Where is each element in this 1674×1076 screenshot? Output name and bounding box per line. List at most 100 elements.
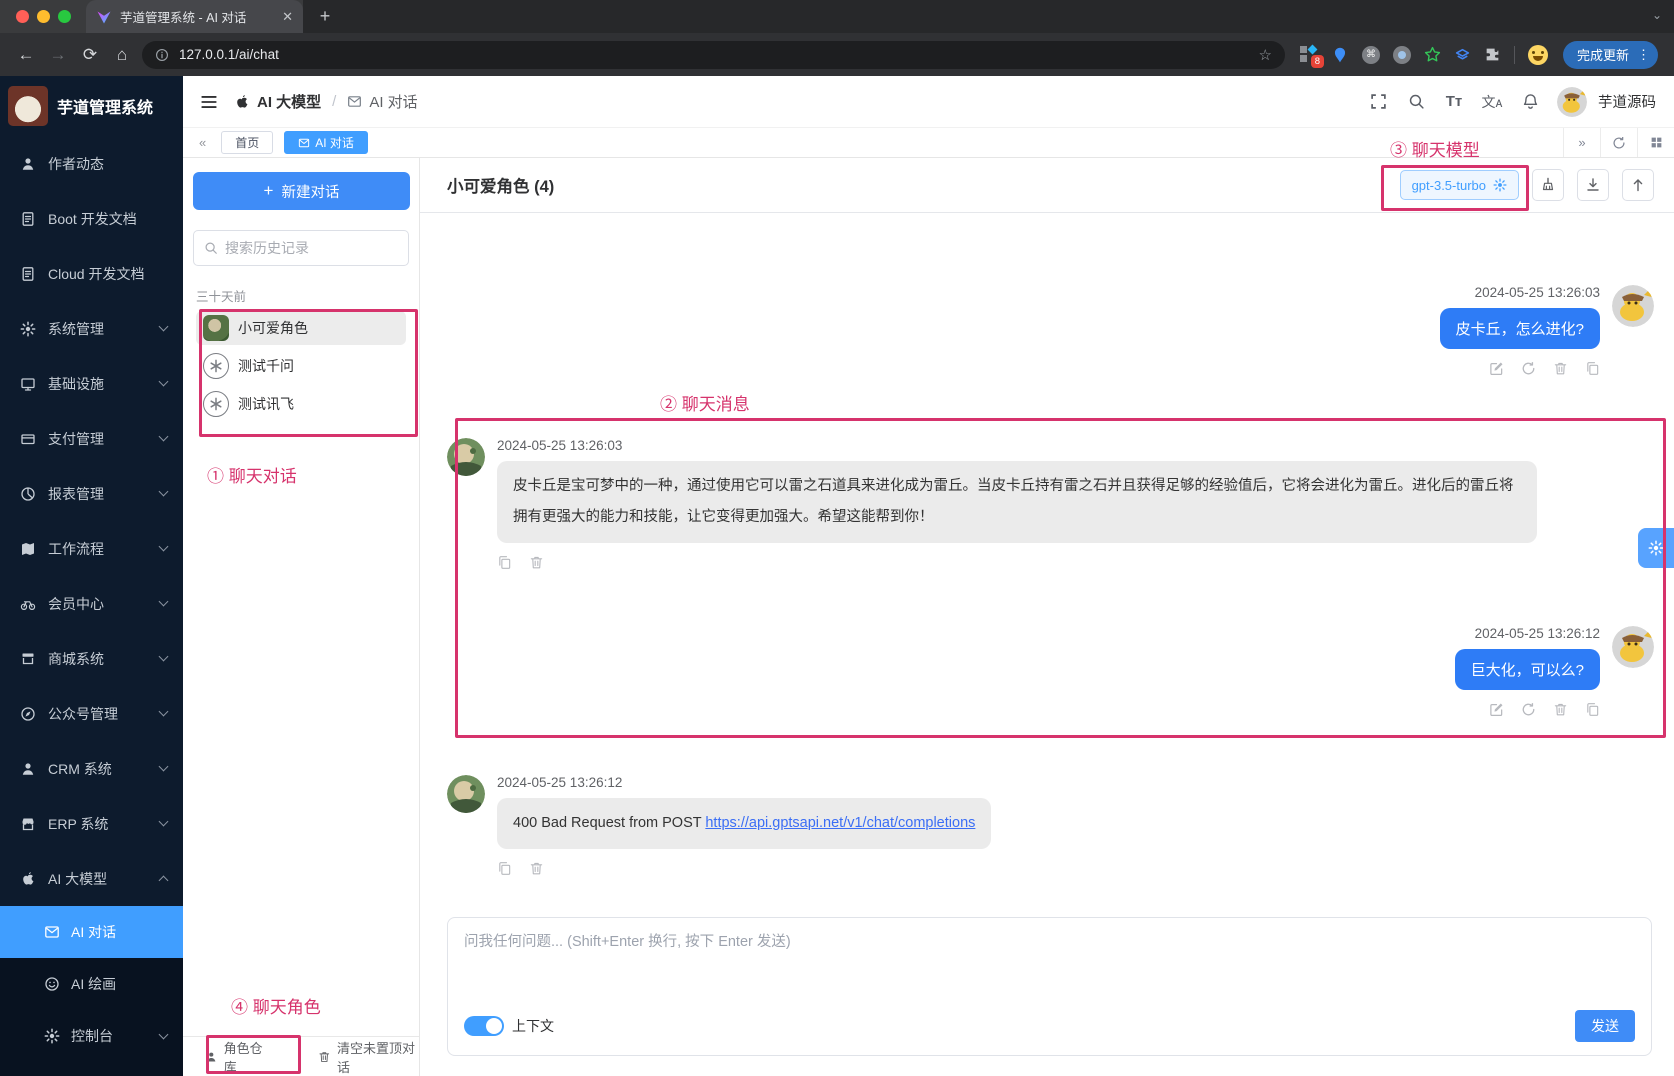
tabs-collapse-left-icon[interactable]: « — [195, 135, 210, 150]
conversation-item-qianwen[interactable]: 测试千问 — [196, 349, 406, 383]
sidebar-item-member[interactable]: 会员中心 — [0, 576, 183, 631]
tabs-expand-right-icon[interactable]: » — [1563, 128, 1600, 157]
sidebar-item-cloud-docs[interactable]: Cloud 开发文档 — [0, 246, 183, 301]
regenerate-icon[interactable] — [1521, 361, 1536, 376]
url-text[interactable]: 127.0.0.1/ai/chat — [179, 47, 1249, 62]
reload-icon[interactable]: ⟳ — [74, 40, 106, 70]
home-icon[interactable]: ⌂ — [106, 40, 138, 70]
assistant-avatar — [447, 775, 485, 813]
role-store-button[interactable]: 角色仓库 — [205, 1038, 270, 1076]
tab-close-icon[interactable]: ✕ — [282, 9, 293, 25]
browser-menu-icon[interactable]: ⋮ — [1637, 47, 1650, 63]
username[interactable]: 芋道源码 — [1598, 91, 1656, 112]
floating-settings-button[interactable] — [1638, 528, 1674, 568]
sidebar-item-ai-paint[interactable]: AI 绘画 — [0, 958, 183, 1010]
breadcrumb-ai-model[interactable]: AI 大模型 — [257, 91, 321, 112]
edit-message-icon[interactable] — [1489, 361, 1504, 376]
sidebar-item-author[interactable]: 作者动态 — [0, 136, 183, 191]
delete-message-icon[interactable] — [529, 555, 544, 570]
sidebar-item-infra[interactable]: 基础设施 — [0, 356, 183, 411]
history-search-input[interactable] — [225, 240, 398, 256]
copy-message-icon[interactable] — [1585, 702, 1600, 717]
clean-messages-button[interactable] — [1532, 169, 1564, 201]
download-chat-button[interactable] — [1577, 169, 1609, 201]
user-avatar[interactable] — [1557, 87, 1587, 117]
message-input[interactable] — [464, 930, 1635, 1010]
extension-star-icon[interactable] — [1424, 46, 1441, 63]
page-tab-home[interactable]: 首页 — [221, 131, 274, 154]
sidebar-item-ai-console[interactable]: 控制台 — [0, 1010, 183, 1062]
document-icon — [20, 266, 36, 282]
forward-icon[interactable]: → — [42, 40, 74, 70]
edit-message-icon[interactable] — [1489, 702, 1504, 717]
sidebar-item-ai[interactable]: AI 大模型 — [0, 851, 183, 906]
search-icon[interactable] — [1399, 85, 1433, 119]
extension-command-icon[interactable]: ⌘ — [1361, 45, 1380, 64]
browser-tab[interactable]: 芋道管理系统 - AI 对话 ✕ — [86, 0, 303, 33]
breadcrumb-ai-chat[interactable]: AI 对话 — [369, 91, 417, 112]
delete-message-icon[interactable] — [529, 861, 544, 876]
screenshot-root: 芋道管理系统 - AI 对话 ✕ + ⌄ ← → ⟳ ⌂ 127.0.0.1/a… — [0, 0, 1674, 1076]
extension-balloon-icon[interactable] — [1331, 46, 1349, 64]
history-search-box[interactable] — [193, 230, 409, 266]
app-logo-row[interactable]: 芋道管理系统 — [0, 76, 183, 136]
extension-layers-icon[interactable] — [1454, 46, 1471, 63]
page-tab-ai-chat[interactable]: AI 对话 — [284, 131, 368, 154]
api-endpoint-link[interactable]: https://api.gptsapi.net/v1/chat/completi… — [705, 815, 975, 831]
sidebar-item-report[interactable]: 报表管理 — [0, 466, 183, 521]
new-chat-button[interactable]: + 新建对话 — [193, 172, 410, 210]
page-tabs-bar: « 首页 AI 对话 » — [183, 128, 1674, 158]
site-info-icon[interactable] — [155, 48, 169, 62]
regenerate-icon[interactable] — [1521, 702, 1536, 717]
delete-message-icon[interactable] — [1553, 361, 1568, 376]
translate-icon[interactable]: 文ᴀ — [1475, 85, 1509, 119]
sidebar-item-payment[interactable]: 支付管理 — [0, 411, 183, 466]
chrome-update-button[interactable]: 完成更新 ⋮ — [1562, 40, 1658, 69]
clear-unpinned-button[interactable]: 清空未置顶对话 — [318, 1038, 419, 1076]
bookmark-star-icon[interactable]: ☆ — [1259, 46, 1272, 64]
zoom-window-button[interactable] — [58, 10, 71, 23]
new-tab-button[interactable]: + — [313, 4, 337, 28]
extensions-puzzle-icon[interactable] — [1484, 46, 1501, 63]
document-icon — [20, 211, 36, 227]
address-bar[interactable]: 127.0.0.1/ai/chat ☆ — [142, 40, 1285, 69]
tabs-refresh-icon[interactable] — [1600, 128, 1637, 157]
gear-icon — [1648, 540, 1664, 556]
notification-bell-icon[interactable] — [1513, 85, 1547, 119]
mall-icon — [20, 651, 36, 667]
conversation-item-cute-role[interactable]: 小可爱角色 — [196, 311, 406, 345]
extension-dot-icon[interactable] — [1392, 45, 1411, 64]
sidebar-item-crm[interactable]: CRM 系统 — [0, 741, 183, 796]
sidebar-item-boot-docs[interactable]: Boot 开发文档 — [0, 191, 183, 246]
close-window-button[interactable] — [16, 10, 29, 23]
back-icon[interactable]: ← — [10, 40, 42, 70]
delete-message-icon[interactable] — [1553, 702, 1568, 717]
sidebar-item-workflow[interactable]: 工作流程 — [0, 521, 183, 576]
copy-message-icon[interactable] — [497, 555, 512, 570]
browser-toolbar: ← → ⟳ ⌂ 127.0.0.1/ai/chat ☆ 8 ⌘ 完成更新 ⋮ — [0, 33, 1674, 76]
copy-message-icon[interactable] — [1585, 361, 1600, 376]
send-button[interactable]: 发送 — [1575, 1010, 1635, 1042]
tab-search-chevron-icon[interactable]: ⌄ — [1652, 8, 1662, 22]
conversation-item-xunfei[interactable]: 测试讯飞 — [196, 387, 406, 421]
fullscreen-icon[interactable] — [1361, 85, 1395, 119]
copy-message-icon[interactable] — [497, 861, 512, 876]
browser-tab-title: 芋道管理系统 - AI 对话 — [120, 11, 247, 25]
context-toggle[interactable] — [464, 1016, 504, 1036]
sidebar-item-wechat[interactable]: 公众号管理 — [0, 686, 183, 741]
conversation-avatar — [203, 315, 229, 341]
macos-window-controls[interactable] — [16, 10, 71, 23]
collapse-menu-icon[interactable] — [200, 93, 218, 111]
sidebar-item-erp[interactable]: ERP 系统 — [0, 796, 183, 851]
tabs-layout-grid-icon[interactable] — [1637, 128, 1674, 157]
model-select[interactable]: gpt-3.5-turbo — [1399, 170, 1519, 200]
scroll-top-button[interactable] — [1622, 169, 1654, 201]
chat-message-scroll-area[interactable]: 2024-05-25 13:26:03 皮卡丘，怎么进化? 2024-05-25… — [420, 213, 1674, 917]
sidebar-item-system[interactable]: 系统管理 — [0, 301, 183, 356]
font-size-icon[interactable]: Tᴛ — [1437, 85, 1471, 119]
minimize-window-button[interactable] — [37, 10, 50, 23]
sidebar-item-ai-chat[interactable]: AI 对话 — [0, 906, 183, 958]
browser-profile-avatar[interactable] — [1527, 44, 1548, 65]
sidebar-item-mall[interactable]: 商城系统 — [0, 631, 183, 686]
extension-blocker-icon[interactable]: 8 — [1299, 44, 1324, 68]
